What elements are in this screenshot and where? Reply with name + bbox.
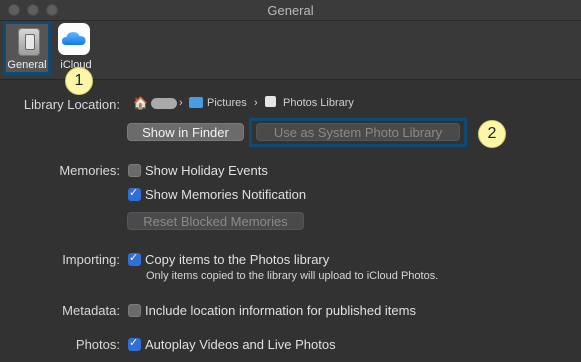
pictures-folder-icon — [189, 97, 203, 108]
include-location-checkbox[interactable] — [128, 304, 141, 317]
show-holiday-events-checkbox[interactable] — [128, 164, 141, 177]
tab-general[interactable]: General — [3, 21, 51, 75]
photos-label: Photos: — [75, 337, 120, 352]
show-memories-notification-label: Show Memories Notification — [145, 187, 307, 202]
home-icon: 🏠 — [133, 96, 148, 110]
breadcrumb-separator: › — [254, 97, 258, 109]
breadcrumb-photos-library[interactable]: Photos Library — [283, 97, 354, 109]
callout-two: 2 — [478, 120, 506, 148]
show-memories-notification-checkbox[interactable] — [128, 186, 141, 201]
copy-items-label: Copy items to the Photos library — [145, 252, 330, 267]
user-folder-icon — [151, 98, 177, 109]
metadata-label: Metadata: — [62, 303, 120, 318]
title-bar: General — [0, 0, 581, 21]
window-title: General — [267, 3, 314, 18]
breadcrumb-pictures[interactable]: Pictures — [207, 97, 247, 109]
show-in-finder-button[interactable]: Show in Finder — [127, 123, 244, 141]
callout-one: 1 — [65, 67, 93, 95]
memories-label: Memories: — [59, 163, 120, 178]
use-as-system-library-button[interactable]: Use as System Photo Library — [256, 123, 460, 141]
copy-items-checkbox[interactable] — [128, 251, 141, 266]
importing-note: Only items copied to the library will up… — [146, 270, 439, 282]
tab-general-label: General — [7, 59, 47, 71]
icloud-icon — [58, 23, 90, 55]
breadcrumb-separator: › — [179, 97, 183, 109]
reset-blocked-memories-button[interactable]: Reset Blocked Memories — [127, 212, 304, 230]
include-location-label: Include location information for publish… — [145, 303, 416, 318]
importing-label: Importing: — [62, 252, 120, 267]
show-holiday-events-label: Show Holiday Events — [145, 163, 268, 178]
photos-library-icon — [265, 96, 276, 107]
autoplay-checkbox[interactable] — [128, 336, 141, 351]
library-location-label: Library Location: — [23, 97, 120, 112]
autoplay-label: Autoplay Videos and Live Photos — [145, 337, 336, 352]
switch-icon — [18, 28, 40, 56]
